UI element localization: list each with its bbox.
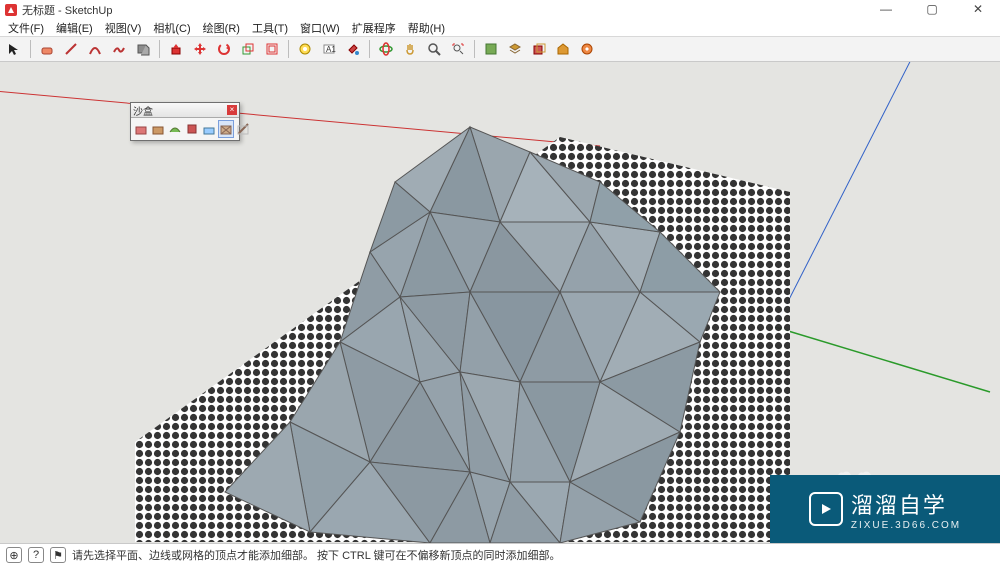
sandbox-palette[interactable]: 沙盒 × — [130, 102, 240, 141]
watermark-url: ZIXUE.3D66.COM — [851, 520, 961, 531]
minimize-button[interactable]: — — [872, 2, 900, 18]
freehand-tool-icon[interactable] — [109, 39, 129, 59]
add-detail-tool-icon[interactable] — [218, 120, 234, 138]
window-title: 无标题 - SketchUp — [22, 2, 872, 18]
palette-header[interactable]: 沙盒 × — [131, 103, 239, 118]
shape-tool-icon[interactable] — [133, 39, 153, 59]
menu-view[interactable]: 视图(V) — [103, 20, 144, 36]
separator — [30, 40, 31, 58]
geo-location-icon[interactable]: ⊕ — [6, 547, 22, 563]
menu-help[interactable]: 帮助(H) — [406, 20, 447, 36]
menu-tools[interactable]: 工具(T) — [250, 20, 290, 36]
pan-tool-icon[interactable] — [400, 39, 420, 59]
paint-tool-icon[interactable] — [343, 39, 363, 59]
blue-axis — [775, 62, 920, 327]
separator — [288, 40, 289, 58]
tape-tool-icon[interactable] — [295, 39, 315, 59]
watermark-overlay: 溜溜自学 ZIXUE.3D66.COM — [770, 475, 1000, 543]
zoom-extents-icon[interactable] — [448, 39, 468, 59]
layers-tool-icon[interactable] — [505, 39, 525, 59]
sandbox-from-contours-icon[interactable] — [133, 120, 149, 138]
separator — [369, 40, 370, 58]
scale-tool-icon[interactable] — [238, 39, 258, 59]
select-tool-icon[interactable] — [4, 39, 24, 59]
svg-text:A1: A1 — [326, 45, 336, 54]
app-icon — [4, 3, 18, 17]
line-tool-icon[interactable] — [61, 39, 81, 59]
move-tool-icon[interactable] — [190, 39, 210, 59]
watermark-brand: 溜溜自学 — [851, 488, 961, 520]
green-axis — [775, 327, 990, 392]
pushpull-tool-icon[interactable] — [166, 39, 186, 59]
help-icon[interactable]: ? — [28, 547, 44, 563]
maximize-button[interactable]: ▢ — [918, 2, 946, 18]
menu-edit[interactable]: 编辑(E) — [54, 20, 95, 36]
eraser-tool-icon[interactable] — [37, 39, 57, 59]
palette-close-button[interactable]: × — [227, 105, 237, 115]
close-button[interactable]: ✕ — [964, 2, 992, 18]
menu-bar: 文件(F) 编辑(E) 视图(V) 相机(C) 绘图(R) 工具(T) 窗口(W… — [0, 20, 1000, 36]
extension-icon[interactable] — [577, 39, 597, 59]
menu-file[interactable]: 文件(F) — [6, 20, 46, 36]
title-bar: 无标题 - SketchUp — ▢ ✕ — [0, 0, 1000, 20]
menu-window[interactable]: 窗口(W) — [298, 20, 342, 36]
menu-camera[interactable]: 相机(C) — [151, 20, 192, 36]
sandbox-from-scratch-icon[interactable] — [150, 120, 166, 138]
main-toolbar: A1 — [0, 36, 1000, 62]
offset-tool-icon[interactable] — [262, 39, 282, 59]
status-bar: ⊕ ? ⚑ 请先选择平面、边线或网格的顶点才能添加细部。 按下 CTRL 键可在… — [0, 543, 1000, 563]
section-tool-icon[interactable] — [481, 39, 501, 59]
separator — [474, 40, 475, 58]
red-axis — [0, 87, 600, 146]
zoom-tool-icon[interactable] — [424, 39, 444, 59]
menu-draw[interactable]: 绘图(R) — [201, 20, 242, 36]
component-tool-icon[interactable] — [529, 39, 549, 59]
palette-title: 沙盒 — [133, 103, 153, 118]
stamp-tool-icon[interactable] — [184, 120, 200, 138]
smoove-tool-icon[interactable] — [167, 120, 183, 138]
status-hint: 请先选择平面、边线或网格的顶点才能添加细部。 按下 CTRL 键可在不偏移新顶点… — [72, 547, 560, 563]
separator — [159, 40, 160, 58]
viewport-3d[interactable]: 沙盒 × ☁☁ 溜溜自学 ZIXUE.3D66.COM — [0, 62, 1000, 543]
menu-ext[interactable]: 扩展程序 — [350, 20, 398, 36]
text-tool-icon[interactable]: A1 — [319, 39, 339, 59]
flip-edge-tool-icon[interactable] — [235, 120, 251, 138]
drape-tool-icon[interactable] — [201, 120, 217, 138]
warehouse-icon[interactable] — [553, 39, 573, 59]
rotate-tool-icon[interactable] — [214, 39, 234, 59]
window-controls: — ▢ ✕ — [872, 2, 992, 18]
credits-icon[interactable]: ⚑ — [50, 547, 66, 563]
arc-tool-icon[interactable] — [85, 39, 105, 59]
palette-body — [131, 118, 239, 140]
play-icon — [809, 492, 843, 526]
orbit-tool-icon[interactable] — [376, 39, 396, 59]
